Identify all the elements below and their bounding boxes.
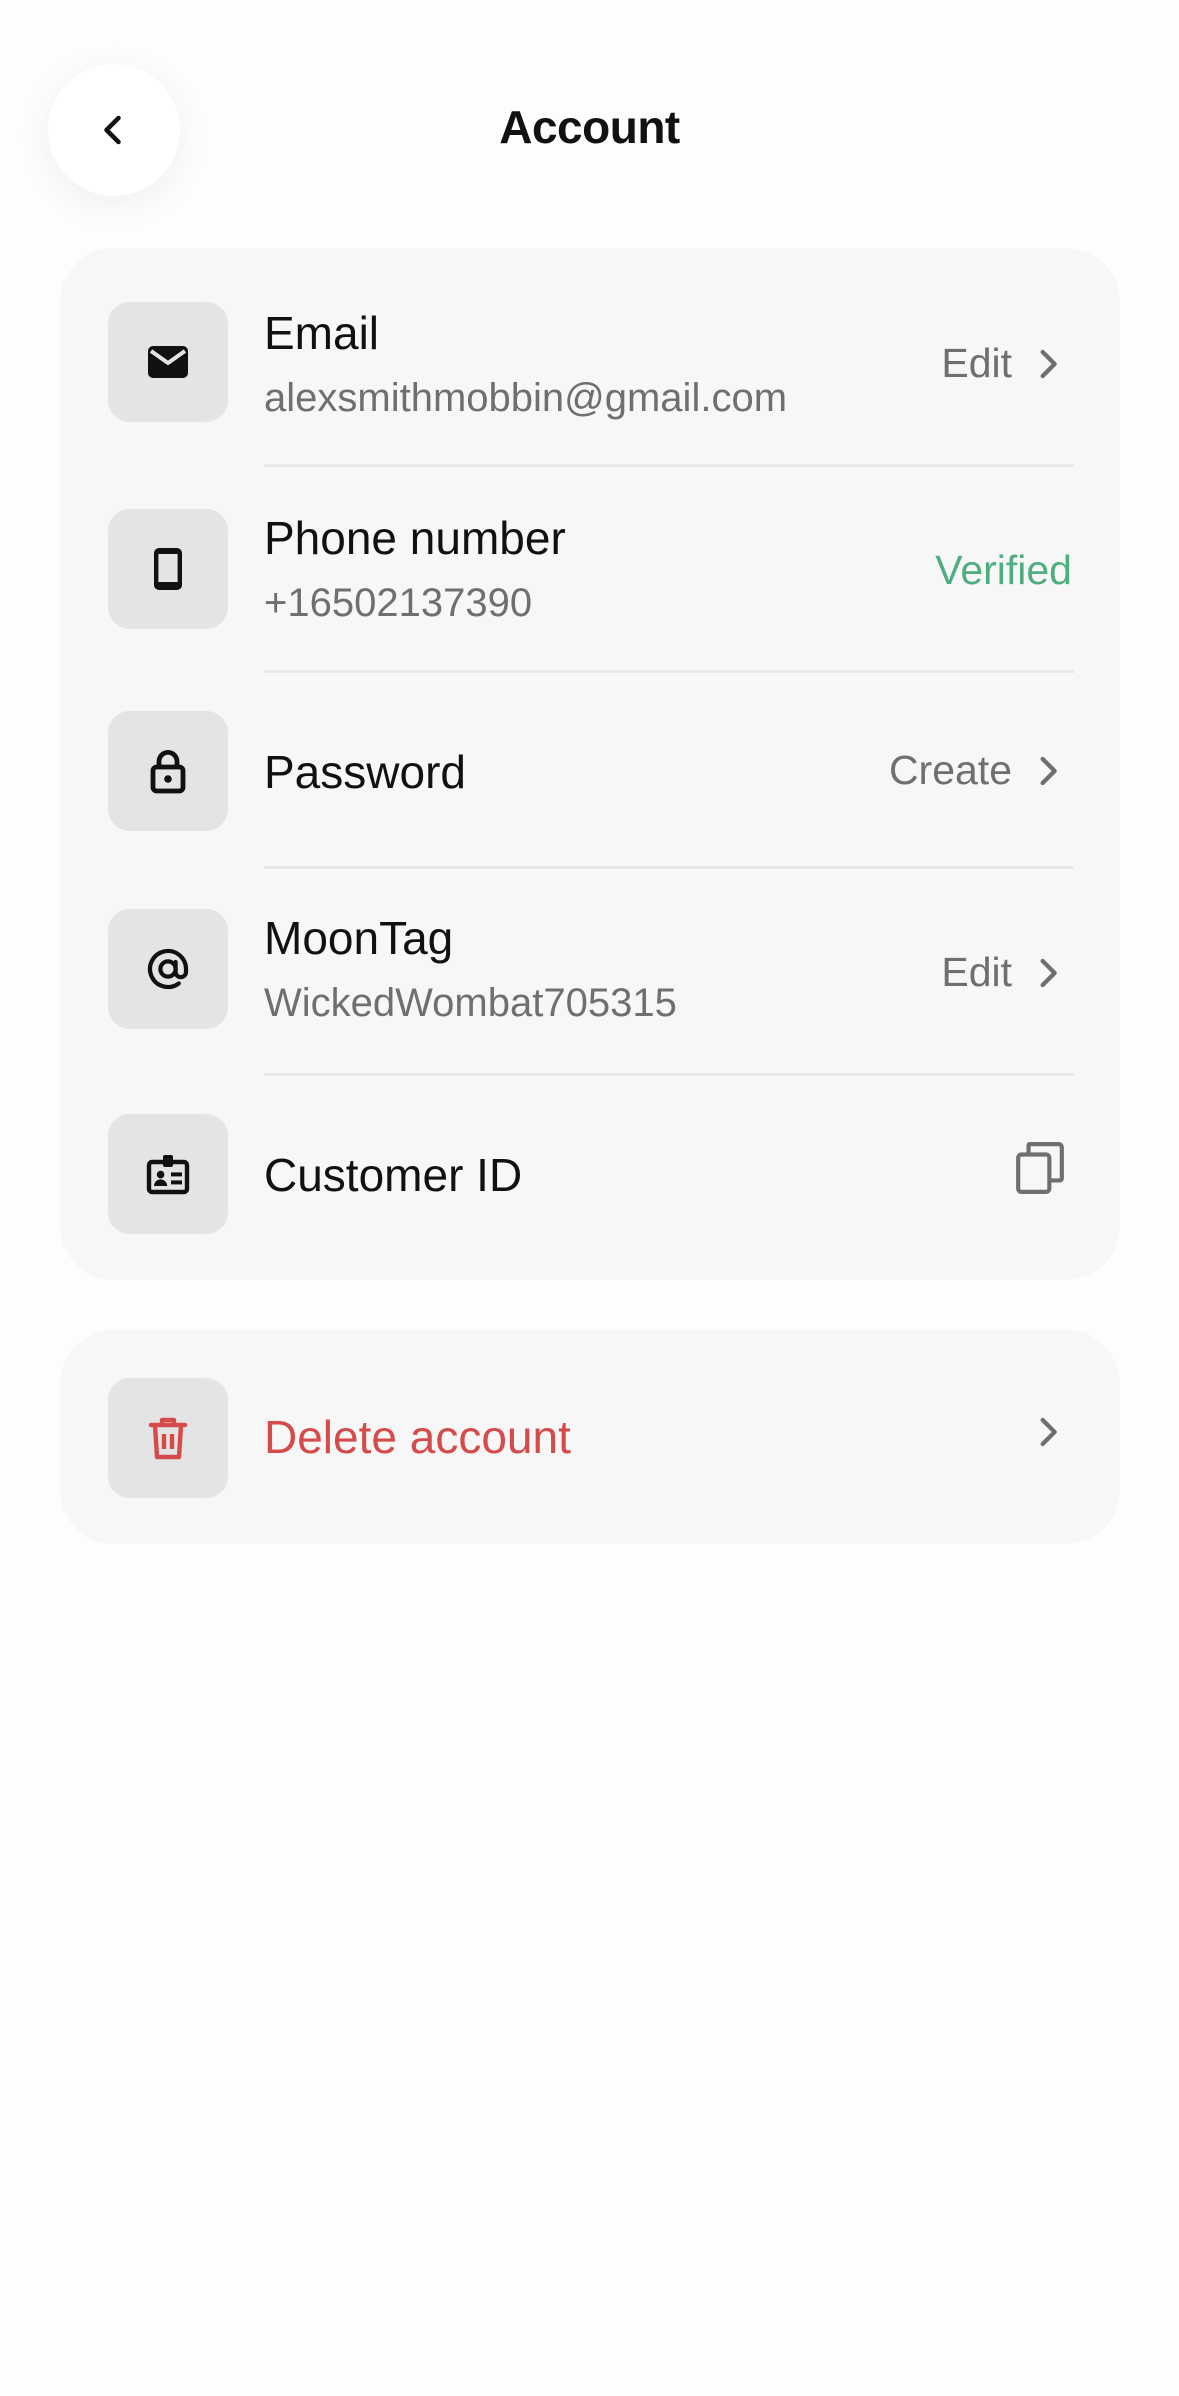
customer-id-row: Customer ID — [60, 1076, 1120, 1280]
chevron-right-icon — [1040, 349, 1057, 378]
mail-icon — [148, 346, 188, 378]
email-edit-label: Edit — [941, 340, 1012, 386]
password-create-label: Create — [888, 747, 1012, 793]
moontag-icon-tile — [108, 909, 228, 1029]
lock-icon — [150, 750, 186, 794]
email-edit-button[interactable]: Edit — [941, 340, 1064, 387]
phone-icon — [154, 548, 182, 590]
delete-account-card: Delete account — [60, 1330, 1120, 1544]
copy-icon — [1016, 1142, 1064, 1194]
account-screen: Account Email alexsmithmobbin@gmail.com … — [0, 0, 1179, 2396]
trash-icon — [148, 1417, 188, 1460]
phone-verified-label: Verified — [935, 547, 1072, 593]
email-row[interactable]: Email alexsmithmobbin@gmail.com Edit — [60, 248, 1120, 458]
password-title: Password — [264, 746, 466, 798]
chevron-right-icon — [1040, 958, 1057, 987]
id-badge-icon — [146, 1155, 190, 1195]
password-icon-tile — [108, 711, 228, 831]
phone-verified-badge: Verified — [935, 547, 1072, 594]
customer-id-title: Customer ID — [264, 1149, 523, 1201]
delete-account-row[interactable]: Delete account — [60, 1330, 1120, 1544]
password-create-button[interactable]: Create — [889, 747, 1064, 794]
account-settings-card: Email alexsmithmobbin@gmail.com Edit Pho… — [60, 248, 1120, 1280]
customer-id-icon-tile — [108, 1114, 228, 1234]
email-title: Email — [264, 307, 380, 359]
phone-row[interactable]: Phone number +16502137390 Verified — [60, 467, 1120, 671]
copy-customer-id-button[interactable] — [1012, 1140, 1068, 1196]
delete-account-label: Delete account — [264, 1411, 571, 1463]
moontag-edit-label: Edit — [941, 949, 1012, 995]
moontag-title: MoonTag — [264, 912, 454, 964]
chevron-right-icon — [1040, 1417, 1057, 1447]
at-sign-icon — [147, 948, 189, 990]
chevron-right-icon — [1040, 756, 1057, 785]
moontag-row[interactable]: MoonTag WickedWombat705315 Edit — [60, 869, 1120, 1073]
email-icon-tile — [108, 302, 228, 422]
page-title: Account — [499, 101, 680, 153]
delete-icon-tile — [108, 1378, 228, 1498]
password-row[interactable]: Password Create — [60, 673, 1120, 869]
moontag-value: WickedWombat705315 — [264, 981, 677, 1025]
moontag-edit-button[interactable]: Edit — [941, 949, 1064, 996]
delete-account-chevron — [1032, 1416, 1064, 1448]
phone-icon-tile — [108, 509, 228, 629]
email-value: alexsmithmobbin@gmail.com — [264, 376, 788, 420]
phone-title: Phone number — [264, 512, 566, 564]
phone-value: +16502137390 — [264, 581, 533, 625]
